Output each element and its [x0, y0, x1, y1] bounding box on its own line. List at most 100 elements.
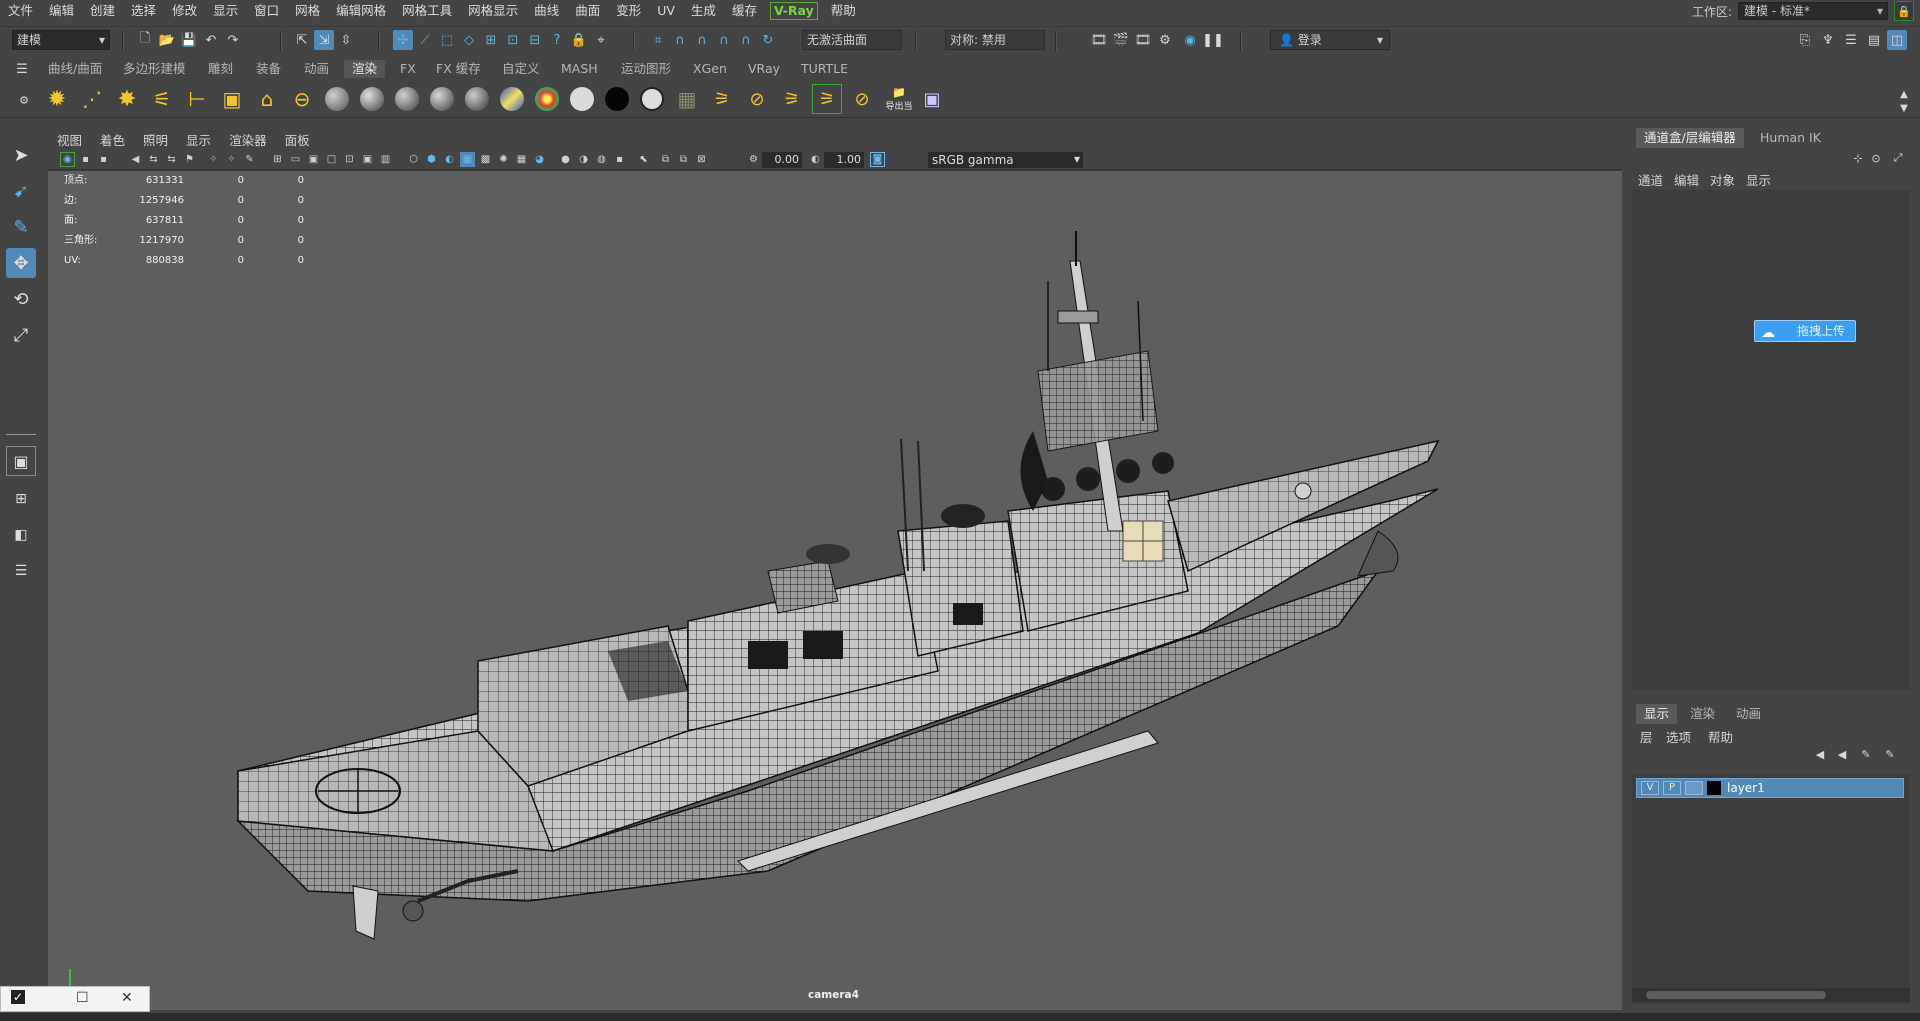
- shelf-tab-animation[interactable]: 动画: [296, 60, 337, 78]
- snap-live-icon[interactable]: ∩: [736, 30, 756, 50]
- wireframe-icon[interactable]: ⬡: [406, 152, 421, 167]
- ambient-light-icon[interactable]: ✹: [42, 84, 72, 114]
- layer-visibility-toggle[interactable]: V: [1641, 781, 1659, 795]
- shelf-tab-custom[interactable]: 自定义: [494, 60, 548, 78]
- shelf-tab-turtle[interactable]: TURTLE: [793, 60, 856, 78]
- render-sequence-icon[interactable]: ⊘: [847, 84, 877, 114]
- render-frame-icon[interactable]: 🎬: [1111, 30, 1131, 50]
- xray-icon[interactable]: ⬉: [636, 152, 651, 167]
- gamma-field[interactable]: 1.00: [824, 152, 864, 168]
- render-settings-shelf-icon[interactable]: ⚞: [777, 84, 807, 114]
- multi-component-icon[interactable]: ⊡: [503, 30, 523, 50]
- channel-box-icon[interactable]: ▤: [1864, 30, 1884, 50]
- move-tool-icon[interactable]: ✥: [6, 248, 36, 278]
- login-dropdown[interactable]: 👤 登录: [1270, 30, 1390, 50]
- shelf-tab-vray[interactable]: VRay: [740, 60, 788, 78]
- multisample-aa-icon[interactable]: ◑: [576, 152, 591, 167]
- grease-pencil-icon[interactable]: ⇆: [164, 152, 179, 167]
- open-scene-icon[interactable]: 📂: [157, 30, 177, 50]
- shelf-tab-motion-graphics[interactable]: 运动图形: [613, 60, 679, 78]
- vertex-face-icon[interactable]: ⊞: [481, 30, 501, 50]
- menu-mesh[interactable]: 网格: [287, 0, 328, 22]
- exposure-icon[interactable]: ⚙: [746, 152, 761, 167]
- panel-menu-renderer[interactable]: 渲染器: [220, 130, 276, 149]
- menu-cache[interactable]: 缓存: [724, 0, 765, 22]
- move-layer-up-icon[interactable]: ◀: [1810, 744, 1830, 764]
- xray-joints-icon[interactable]: ⧉: [658, 152, 673, 167]
- grid-toggle-icon[interactable]: ✧: [206, 152, 221, 167]
- bookmark-icon[interactable]: ▪: [96, 152, 111, 167]
- outliner-icon[interactable]: ☰: [6, 556, 36, 586]
- panel-menu-lighting[interactable]: 照明: [134, 130, 177, 149]
- ship-wireframe-model[interactable]: [48, 171, 1622, 1010]
- menu-file[interactable]: 文件: [0, 0, 41, 22]
- menu-modify[interactable]: 修改: [164, 0, 205, 22]
- scale-tool-icon[interactable]: ⤢: [6, 320, 36, 350]
- color-space-dropdown[interactable]: sRGB gamma: [928, 151, 1083, 168]
- face-mode-icon[interactable]: ⬚: [437, 30, 457, 50]
- menu-create[interactable]: 创建: [82, 0, 123, 22]
- export-current-button[interactable]: 📁 导出当: [882, 84, 916, 114]
- drag-upload-button[interactable]: ☁ 拖拽上传: [1754, 320, 1856, 342]
- camera-aim-icon[interactable]: ⊖: [287, 84, 317, 114]
- panel-menu-show[interactable]: 显示: [177, 130, 220, 149]
- color-management-icon[interactable]: ◙: [870, 152, 885, 167]
- layer-menu-layers[interactable]: 层: [1640, 727, 1653, 746]
- single-perspective-icon[interactable]: ▣: [6, 446, 36, 476]
- move-layer-down-icon[interactable]: ◀: [1832, 744, 1852, 764]
- tab-layer-anim[interactable]: 动画: [1728, 704, 1769, 724]
- ramp-shader-icon[interactable]: [497, 84, 527, 114]
- cb-menu-show[interactable]: 显示: [1746, 170, 1771, 189]
- select-hierarchy-icon[interactable]: ⇱: [292, 30, 312, 50]
- object-mode-icon[interactable]: ⊟: [525, 30, 545, 50]
- shelf-tab-fx[interactable]: FX: [392, 60, 424, 78]
- motion-blur-icon[interactable]: ●: [558, 152, 573, 167]
- film-gate-icon[interactable]: ✧: [224, 152, 239, 167]
- snap-grid-icon[interactable]: ⌗: [648, 30, 668, 50]
- field-chart-icon[interactable]: □: [324, 152, 339, 167]
- menu-surfaces[interactable]: 曲面: [567, 0, 608, 22]
- shelf-tab-mash[interactable]: MASH: [553, 60, 606, 78]
- symmetry-field[interactable]: 对称: 禁用: [945, 30, 1045, 50]
- menu-curves[interactable]: 曲线: [526, 0, 567, 22]
- exposure-field[interactable]: 0.00: [762, 152, 802, 168]
- tab-channel-box[interactable]: 通道盒/层编辑器: [1636, 128, 1744, 148]
- render-current-icon[interactable]: ⚞: [707, 84, 737, 114]
- vray-render-icon[interactable]: ◉: [1180, 30, 1200, 50]
- tab-layer-render[interactable]: 渲染: [1682, 704, 1723, 724]
- gate-mask-icon[interactable]: ▣: [306, 152, 321, 167]
- close-icon[interactable]: ✕: [121, 990, 133, 1006]
- shelf-tab-rigging[interactable]: 装备: [248, 60, 289, 78]
- new-scene-icon[interactable]: 🗋: [135, 30, 155, 50]
- snap-surface-icon[interactable]: ↻: [758, 30, 778, 50]
- menu-edit-mesh[interactable]: 编辑网格: [328, 0, 394, 22]
- tab-layer-display[interactable]: 显示: [1636, 704, 1678, 724]
- save-scene-icon[interactable]: 💾: [179, 30, 199, 50]
- four-view-icon[interactable]: ⊞: [6, 484, 36, 514]
- isolate-icon[interactable]: ▥: [378, 152, 393, 167]
- ambient-occlusion-icon[interactable]: ◕: [532, 152, 547, 167]
- layer-editor-icon[interactable]: ◫: [1887, 30, 1907, 50]
- select-tool-icon[interactable]: ➤: [6, 140, 36, 170]
- highlight-selection-icon[interactable]: ⌖: [591, 30, 611, 50]
- textured-icon[interactable]: ▦: [460, 152, 475, 167]
- layer-menu-help[interactable]: 帮助: [1708, 727, 1733, 746]
- menu-select[interactable]: 选择: [123, 0, 164, 22]
- resolution-gate-icon[interactable]: ✎: [242, 152, 257, 167]
- standard-surface-icon[interactable]: [637, 84, 667, 114]
- menu-edit[interactable]: 编辑: [41, 0, 82, 22]
- uv-mode-icon[interactable]: ◇: [459, 30, 479, 50]
- scrollbar-thumb[interactable]: [1646, 991, 1826, 999]
- texture-icon[interactable]: ▦: [672, 84, 702, 114]
- attribute-editor-icon[interactable]: ♆: [1818, 30, 1838, 50]
- persp-outliner-icon[interactable]: ◧: [6, 520, 36, 550]
- menu-generate[interactable]: 生成: [683, 0, 724, 22]
- volume-light-icon[interactable]: ▣: [217, 84, 247, 114]
- workspace-dropdown[interactable]: 建模 - 标准*: [1738, 2, 1888, 20]
- lights-icon[interactable]: ▩: [478, 152, 493, 167]
- maximize-icon[interactable]: ☐: [76, 990, 89, 1006]
- use-background-icon[interactable]: [602, 84, 632, 114]
- menu-deform[interactable]: 变形: [608, 0, 649, 22]
- menu-mesh-display[interactable]: 网格显示: [460, 0, 526, 22]
- isolate-select-icon[interactable]: ▪: [612, 152, 627, 167]
